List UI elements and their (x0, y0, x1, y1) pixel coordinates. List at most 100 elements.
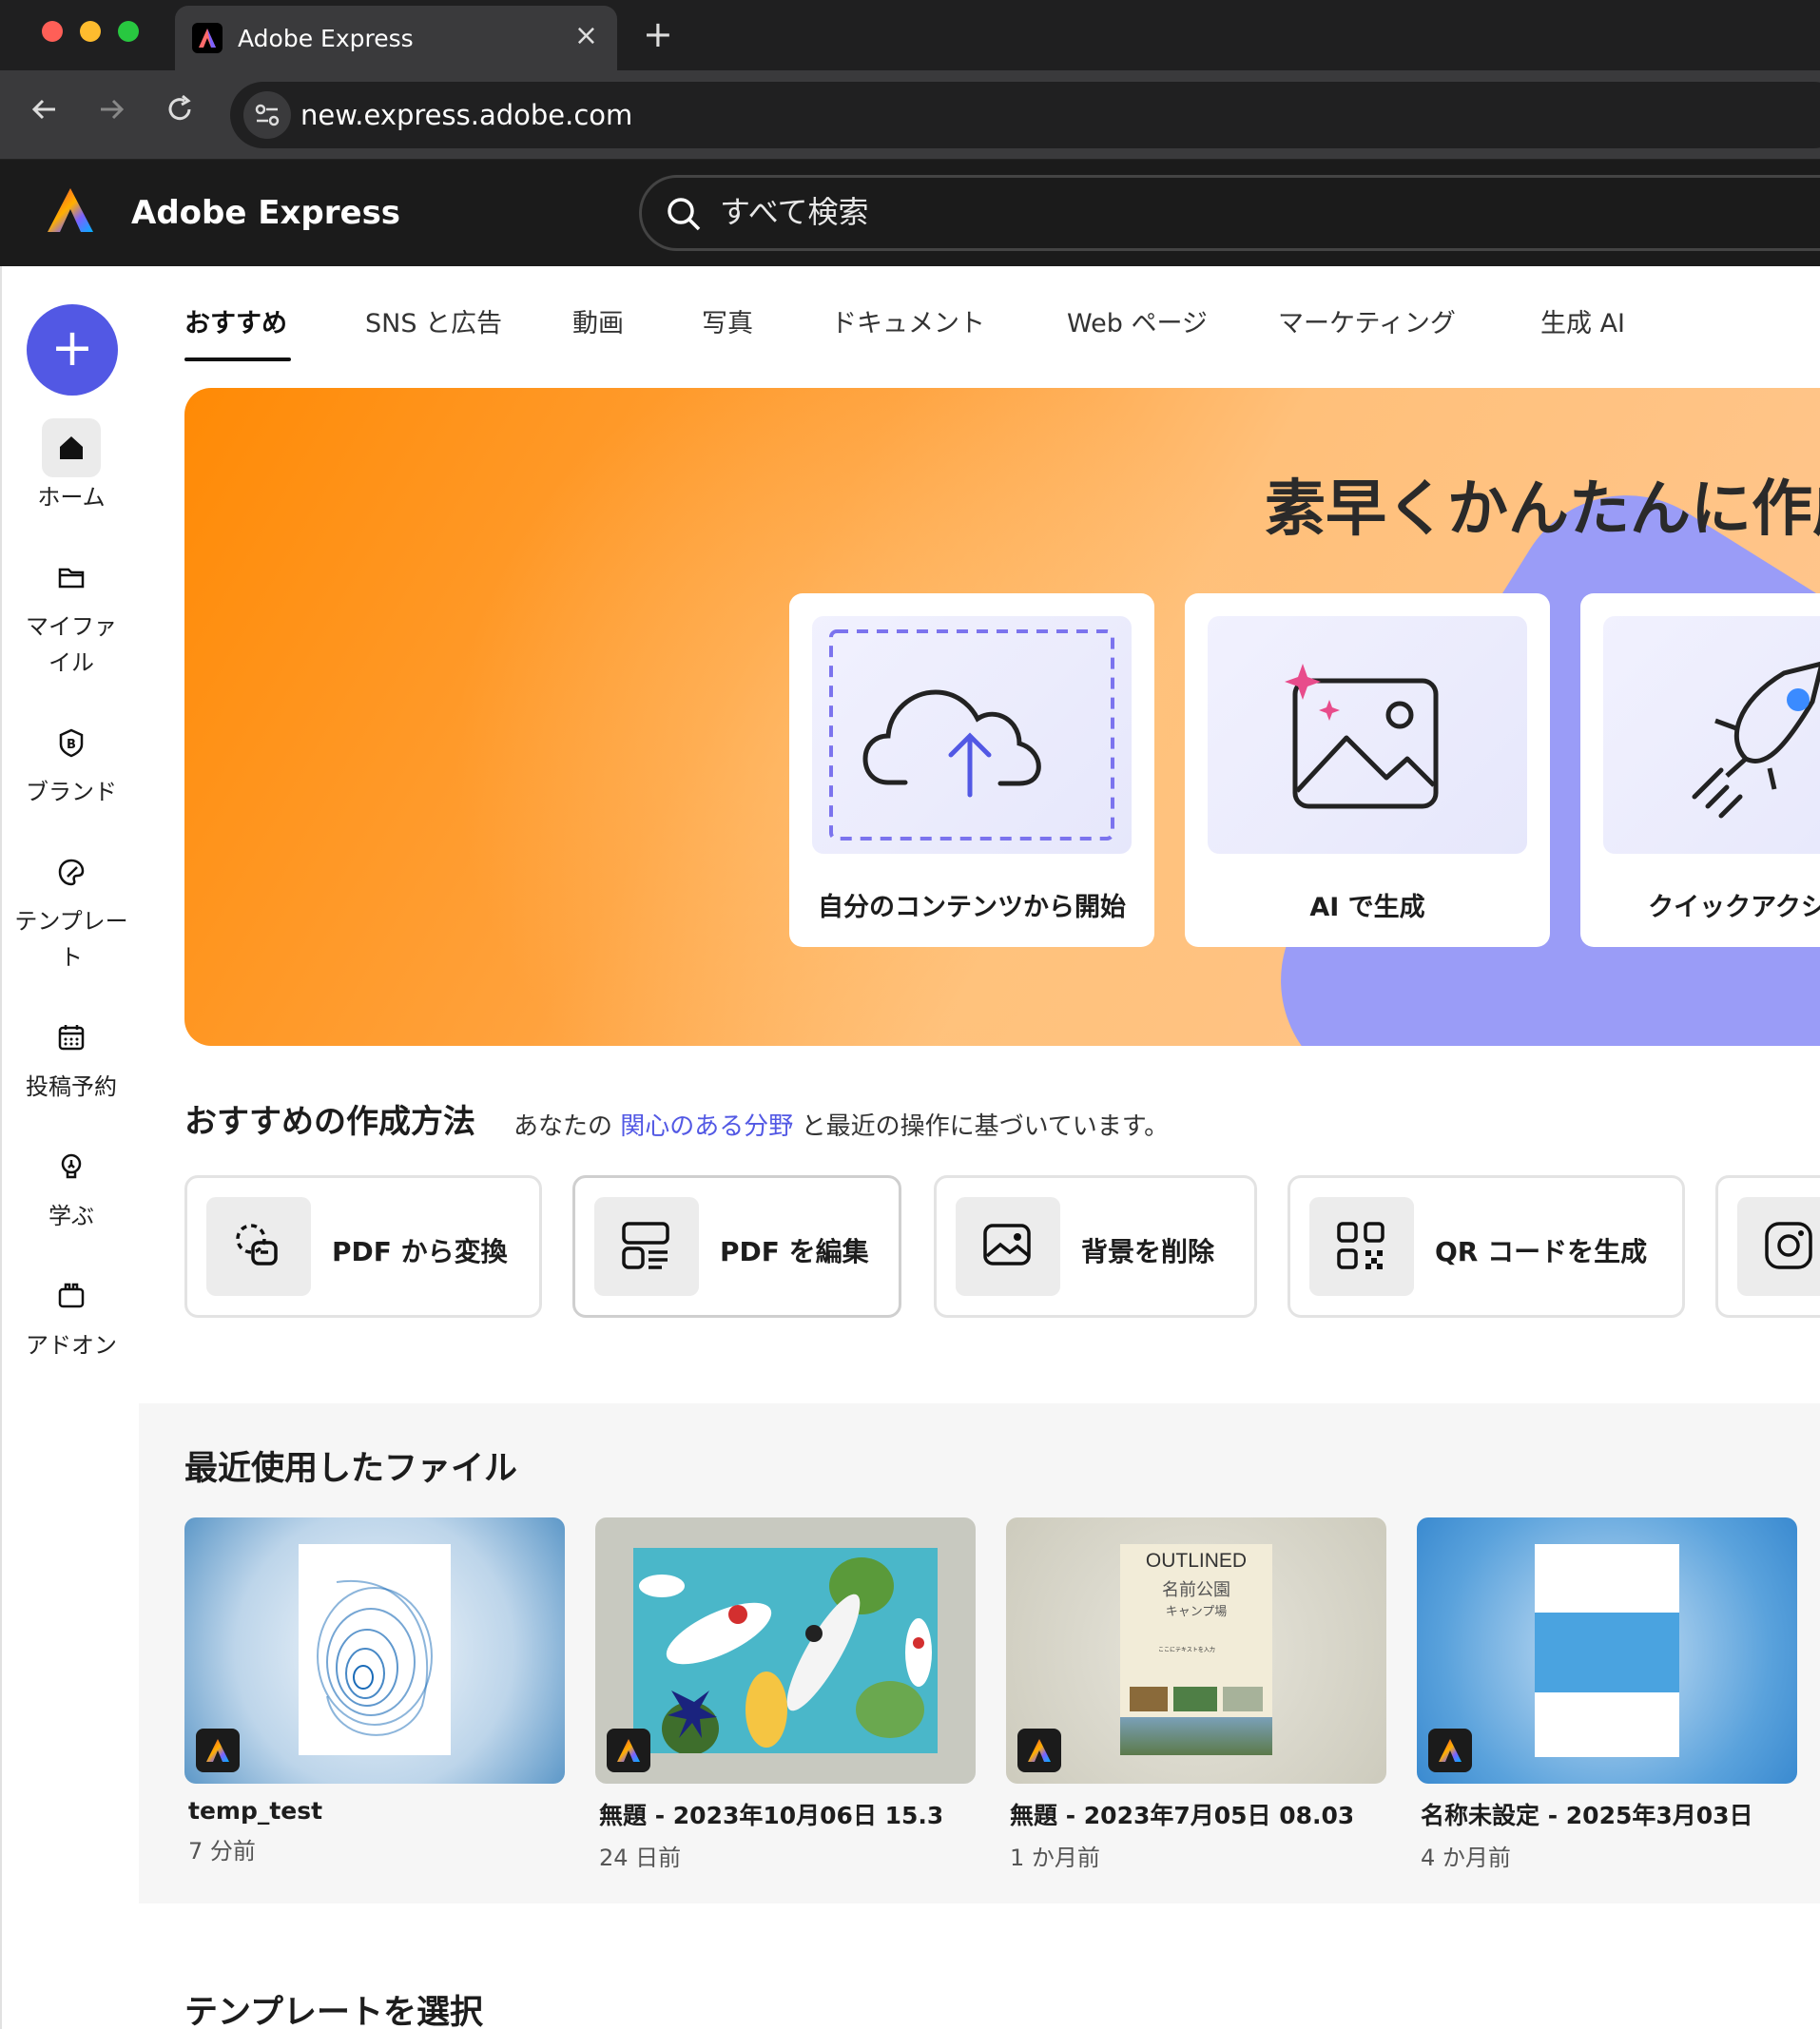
tab-sns-ads[interactable]: SNS と広告 (365, 302, 502, 339)
sidebar-item-label: 学ぶ (48, 1203, 94, 1229)
addon-icon (42, 1266, 101, 1325)
card-label: 自分のコンテンツから開始 (818, 893, 1126, 922)
recent-file-card[interactable]: OUTLINED 名前公園 キャンプ場 ここにテキストを入力 無題 - 2023… (1006, 1517, 1386, 1872)
poster-title: OUTLINED (1145, 1550, 1248, 1572)
adobe-express-badge-icon (196, 1729, 240, 1772)
thumbnail-image (633, 1548, 938, 1753)
pdf-convert-action[interactable]: PDF から変換 (184, 1175, 542, 1318)
back-icon[interactable] (29, 91, 61, 135)
cloud-upload-icon (829, 629, 1114, 841)
file-thumbnail (595, 1517, 976, 1784)
sidebar-item-label: ホーム (37, 484, 106, 511)
tab-generative-ai[interactable]: 生成 AI (1540, 302, 1625, 339)
sidebar-item-brand[interactable]: B ブランド (2, 713, 141, 810)
reload-icon[interactable] (164, 91, 196, 135)
quick-action-card[interactable]: クイックアクション (1580, 593, 1820, 947)
recent-files-title: 最近使用したファイル (184, 1450, 518, 1488)
new-tab-button[interactable]: + (643, 13, 673, 55)
template-icon (42, 842, 101, 901)
sidebar-item-label: 投稿予約 (26, 1073, 117, 1100)
sidebar-item-learn[interactable]: 学ぶ (2, 1137, 141, 1234)
app-header: Adobe Express (0, 160, 1820, 266)
recent-file-card[interactable]: temp_test 7 分前 (184, 1517, 565, 1865)
left-sidebar: + ホーム マイファイル B ブランド テンプレート 投稿予約 学ぶ アドオン (0, 266, 139, 2029)
pdf-edit-action[interactable]: PDF を編集 (572, 1175, 901, 1318)
poster-photo (1223, 1687, 1263, 1711)
tab-video[interactable]: 動画 (572, 302, 624, 339)
card-illustration (1208, 616, 1527, 854)
recommended-section-subtitle: あなたの 関心のある分野 と最近の操作に基づいています。 (513, 1107, 1169, 1142)
tab-recommended[interactable]: おすすめ (184, 302, 287, 339)
action-label: PDF から変換 (332, 1236, 508, 1267)
create-new-button[interactable]: + (27, 304, 118, 396)
sidebar-item-schedule[interactable]: 投稿予約 (2, 1008, 141, 1105)
card-label: AI で生成 (1309, 893, 1425, 922)
adobe-express-logo-icon[interactable] (46, 186, 95, 234)
sidebar-item-templates[interactable]: テンプレート (2, 842, 141, 976)
tab-close-icon[interactable]: × (574, 19, 598, 52)
card-label: クイックアクション (1648, 893, 1820, 922)
svg-text:B: B (67, 738, 76, 752)
templates-section-title: テンプレートを選択 (184, 1994, 483, 2029)
tab-marketing[interactable]: マーケティング (1278, 302, 1456, 339)
remove-background-action[interactable]: 背景を削除 (934, 1175, 1257, 1318)
recent-file-card[interactable]: 名称未設定 - 2025年3月03日 … 4 か月前 (1417, 1517, 1797, 1872)
tab-photo[interactable]: 写真 (702, 302, 753, 339)
minimize-window-button[interactable] (80, 21, 101, 42)
sidebar-item-label: マイファイル (26, 613, 117, 676)
adobe-express-badge-icon (1428, 1729, 1472, 1772)
site-info-icon[interactable] (243, 91, 291, 139)
subtitle-suffix: と最近の操作に基づいています。 (801, 1112, 1170, 1141)
search-bar[interactable] (639, 175, 1820, 251)
brand-icon: B (42, 713, 101, 772)
action-label: PDF を編集 (720, 1236, 869, 1267)
poster-photo (1130, 1687, 1168, 1711)
pdf-convert-icon (206, 1197, 311, 1296)
file-name: 名称未設定 - 2025年3月03日 … (1421, 1802, 1763, 1829)
subtitle-prefix: あなたの (513, 1112, 613, 1141)
ai-image-icon (1285, 664, 1439, 809)
card-illustration (812, 616, 1132, 854)
file-time: 24 日前 (599, 1845, 682, 1871)
app-brand-name: Adobe Express (131, 194, 401, 232)
tab-title: Adobe Express (238, 25, 414, 52)
qr-code-icon (1309, 1197, 1414, 1296)
maximize-window-button[interactable] (118, 21, 139, 42)
url-text: new.express.adobe.com (300, 99, 633, 131)
main-content: おすすめ SNS と広告 動画 写真 ドキュメント Web ページ マーケティン… (139, 266, 1820, 2029)
tab-web-page[interactable]: Web ページ (1067, 302, 1208, 339)
file-time: 4 か月前 (1421, 1845, 1511, 1871)
sidebar-item-label: テンプレート (14, 908, 128, 971)
file-name: temp_test (188, 1797, 323, 1825)
tab-document[interactable]: ドキュメント (831, 302, 985, 339)
active-tab-indicator (184, 357, 291, 361)
generate-with-ai-card[interactable]: AI で生成 (1185, 593, 1550, 947)
search-input[interactable] (720, 191, 1576, 233)
sidebar-item-label: ブランド (26, 779, 117, 805)
thumbnail-band (1535, 1613, 1679, 1692)
address-bar[interactable]: new.express.adobe.com (230, 82, 1820, 148)
forward-icon[interactable] (95, 91, 127, 135)
sidebar-item-home[interactable]: ホーム (2, 418, 141, 515)
instagram-icon (1737, 1197, 1820, 1296)
action-label: 背景を削除 (1081, 1236, 1215, 1267)
file-thumbnail (1417, 1517, 1797, 1784)
poster-text: ここにテキストを入力 (1158, 1647, 1215, 1653)
sidebar-item-label: アドオン (26, 1332, 117, 1359)
interests-link[interactable]: 関心のある分野 (620, 1112, 793, 1141)
instagram-action[interactable] (1715, 1175, 1820, 1318)
recent-file-card[interactable]: 無題 - 2023年10月06日 15.39… 24 日前 (595, 1517, 976, 1872)
recommended-section-title: おすすめの作成方法 (184, 1103, 475, 1141)
home-icon (42, 418, 101, 477)
close-window-button[interactable] (42, 21, 63, 42)
sidebar-item-addons[interactable]: アドオン (2, 1266, 141, 1363)
sidebar-item-my-files[interactable]: マイファイル (2, 548, 141, 681)
bulb-icon (42, 1137, 101, 1196)
action-label: QR コードを生成 (1435, 1236, 1648, 1267)
browser-tab[interactable]: Adobe Express × (175, 6, 617, 70)
qr-code-action[interactable]: QR コードを生成 (1288, 1175, 1685, 1318)
adobe-express-badge-icon (607, 1729, 650, 1772)
pdf-edit-icon (594, 1197, 699, 1296)
start-from-content-card[interactable]: 自分のコンテンツから開始 (789, 593, 1154, 947)
file-thumbnail (184, 1517, 565, 1784)
